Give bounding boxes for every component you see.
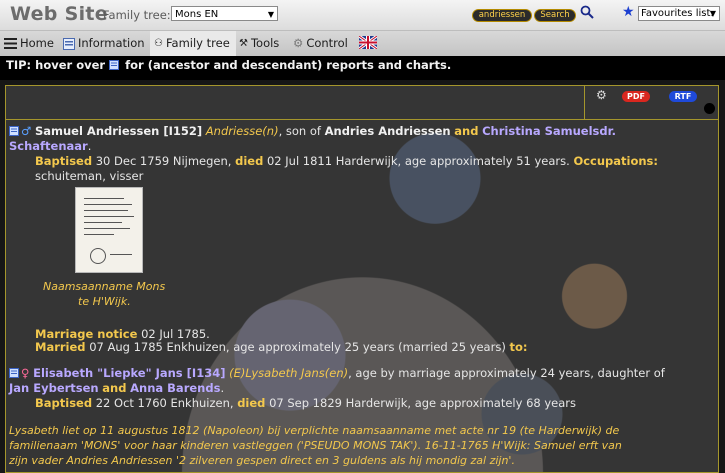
baptised-label: Baptised: [35, 154, 93, 168]
hamburger-icon: [4, 38, 17, 49]
married-text: 07 Aug 1785 Enkhuizen, age approximately…: [89, 340, 506, 354]
note-line-2: familienaam 'MONS' voor haar kinderen va…: [9, 439, 622, 452]
rtf-button[interactable]: RTF: [669, 91, 697, 102]
baptised-text: 30 Dec 1759 Nijmegen,: [95, 154, 232, 168]
report-icon[interactable]: [9, 368, 19, 378]
marriage-notice: Marriage notice 02 Jul 1785.: [35, 327, 210, 341]
thumbnail-caption-1: Naamsaanname Mons: [43, 280, 166, 293]
person2-alias: (E)Lysabeth Jans(en): [229, 366, 349, 380]
person1-mother-link-cont[interactable]: Schaftenaar: [9, 139, 88, 153]
report-icon: [109, 60, 120, 70]
person2-line: ♀ Elisabeth "Liepke" Jans [I134] (E)Lysa…: [9, 366, 665, 380]
marriage-notice-text: 02 Jul 1785.: [141, 327, 210, 341]
tools-icon: ⚒: [239, 38, 248, 49]
baptised-label: Baptised: [35, 396, 93, 410]
died-text: 02 Jul 1811 Harderwijk, age approximatel…: [266, 154, 570, 168]
person2-father-link[interactable]: Jan Eybertsen: [9, 381, 99, 395]
chevron-down-icon: ▼: [267, 10, 274, 19]
occupations-text: schuiteman, visser: [35, 169, 144, 183]
marriage-notice-label: Marriage notice: [35, 327, 138, 341]
period: .: [87, 139, 92, 153]
thumbnail-caption-2: te H'Wijk.: [78, 295, 131, 308]
toolbar-divider: [6, 119, 718, 120]
content-panel: [5, 85, 719, 473]
magnifier-icon[interactable]: [580, 5, 594, 19]
baptised-text: 22 Oct 1760 Enkhuizen,: [95, 396, 234, 410]
site-title[interactable]: Web Site: [10, 3, 108, 25]
tip-text: TIP: hover over for (ancestor and descen…: [6, 58, 451, 72]
search-button[interactable]: Search: [535, 10, 575, 21]
report-icon[interactable]: [9, 126, 19, 136]
menu-home[interactable]: Home: [4, 31, 54, 56]
died-text: 07 Sep 1829 Harderwijk, age approximatel…: [269, 396, 577, 410]
died-label: died: [235, 154, 264, 168]
menu-home-label: Home: [20, 36, 54, 50]
favourites-star-icon: ★: [622, 4, 635, 20]
gear-icon: ⚙: [293, 36, 304, 50]
main-menu: Home Information ⚇ Family tree ⚒ Tools ⚙ Co…: [0, 31, 725, 56]
menu-tools[interactable]: ⚒ Tools: [239, 31, 279, 56]
search-input[interactable]: andriessen: [473, 10, 531, 21]
gear-icon[interactable]: ⚙: [596, 88, 607, 102]
family-tree-label: Family tree:: [103, 8, 171, 22]
married-label: Married: [35, 340, 86, 354]
menu-information-label: Information: [78, 36, 145, 50]
person1-name[interactable]: Samuel Andriessen [I152]: [35, 124, 202, 138]
period: .: [220, 381, 225, 395]
tip-suffix: for (ancestor and descendant) reports an…: [125, 58, 452, 72]
pdf-button[interactable]: PDF: [622, 91, 650, 102]
top-header: Web Site Family tree: Mons EN ▼ andriess…: [0, 0, 725, 31]
person2-parents: Jan Eybertsen and Anna Barends.: [9, 381, 224, 395]
person2-name[interactable]: Elisabeth "Liepke" Jans [I134]: [33, 366, 225, 380]
info-page-icon: [63, 37, 75, 50]
menu-family-tree[interactable]: ⚇ Family tree: [150, 31, 236, 56]
chevron-down-icon: ▼: [709, 9, 716, 18]
male-icon: ♂: [21, 124, 32, 138]
status-dot: [704, 103, 715, 114]
document-thumbnail[interactable]: [75, 187, 143, 273]
and-text: and: [454, 124, 479, 138]
person2-events: Baptised 22 Oct 1760 Enkhuizen, died 07 …: [35, 396, 576, 410]
person1-mother-link[interactable]: Christina Samuelsdr.: [482, 124, 616, 138]
menu-control[interactable]: ⚙ Control: [293, 31, 348, 56]
favourites-select-value: Favourites list:: [641, 8, 714, 19]
note-line-1: Lysabeth liet op 11 augustus 1812 (Napol…: [9, 424, 620, 437]
person2-mother-link[interactable]: Anna Barends: [130, 381, 220, 395]
family-tree-icon: ⚇: [154, 38, 163, 49]
person1-father-link[interactable]: Andries Andriessen: [325, 124, 451, 138]
note-line-3: zijn vader Andries Andriessen '2 zilvere…: [9, 454, 515, 467]
menu-tools-label: Tools: [250, 36, 280, 50]
tip-prefix: TIP: hover over: [6, 58, 106, 72]
menu-information[interactable]: Information: [63, 31, 145, 56]
person1-line: ♂ Samuel Andriessen [I152] Andriesse(n),…: [9, 124, 616, 138]
family-tree-select[interactable]: Mons EN ▼: [171, 6, 278, 21]
menu-family-tree-label: Family tree: [165, 36, 230, 50]
toolbar-divider: [584, 86, 585, 119]
died-label: died: [237, 396, 266, 410]
person1-events: Baptised 30 Dec 1759 Nijmegen, died 02 J…: [35, 154, 658, 168]
married-line: Married 07 Aug 1785 Enkhuizen, age appro…: [35, 340, 527, 354]
occupations-label: Occupations:: [573, 154, 658, 168]
menu-control-label: Control: [306, 36, 348, 50]
person1-son-of: , son of: [278, 124, 321, 138]
person1-alias: Andriesse(n): [205, 124, 279, 138]
person2-rest: , age by marriage approximately 24 years…: [348, 366, 665, 380]
uk-flag-icon[interactable]: [359, 36, 377, 49]
favourites-select[interactable]: Favourites list: ▼: [638, 6, 720, 21]
to-label: to:: [509, 340, 528, 354]
person1-line2: Schaftenaar.: [9, 139, 91, 153]
and-text: and: [102, 381, 127, 395]
female-icon: ♀: [21, 366, 30, 380]
family-tree-select-value: Mons EN: [175, 9, 219, 20]
